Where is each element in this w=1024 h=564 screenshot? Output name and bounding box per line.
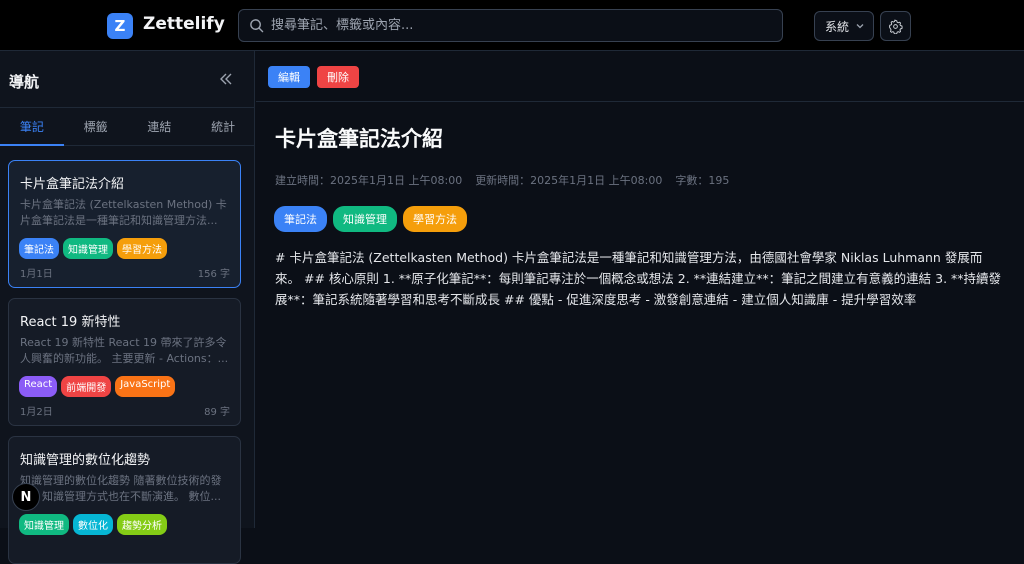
theme-select[interactable]: 系統 (814, 11, 874, 41)
note-card[interactable]: 知識管理的數位化趨勢 知識管理的數位化趨勢 隨著數位技術的發展，知識管理方式也在… (8, 436, 241, 564)
note-title: 卡片盒筆記法介紹 (20, 177, 125, 192)
tag-badge[interactable]: React (19, 376, 58, 397)
tag-badge[interactable]: 筆記法 (19, 238, 59, 259)
note-tags: 筆記法 知識管理 學習方法 (274, 206, 467, 232)
note-card[interactable]: React 19 新特性 React 19 新特性 React 19 帶來了許多… (8, 298, 241, 426)
sidebar-tabs: 筆記 標籤 連結 統計 (0, 108, 255, 146)
gear-icon (889, 19, 903, 34)
note-date: 1月2日 (20, 407, 53, 418)
app-logo[interactable]: Z (107, 13, 133, 39)
tab-tags[interactable]: 標籤 (64, 108, 128, 145)
tag-badge[interactable]: 趨勢分析 (117, 514, 167, 535)
tab-stats[interactable]: 統計 (191, 108, 255, 145)
tag-badge[interactable]: 筆記法 (274, 206, 327, 232)
settings-button[interactable] (880, 11, 911, 41)
note-tags: 筆記法 知識管理 學習方法 (19, 238, 167, 259)
collapse-sidebar-icon[interactable] (218, 71, 234, 87)
chevron-down-icon (856, 24, 864, 29)
note-toolbar: 編輯 刪除 (256, 51, 1024, 102)
tag-badge[interactable]: 數位化 (73, 514, 113, 535)
edit-button[interactable]: 編輯 (268, 66, 310, 88)
word-count: 字數：195 (675, 174, 730, 187)
note-body: # 卡片盒筆記法 (Zettelkasten Method) 卡片盒筆記法是一種… (275, 250, 1002, 307)
search-box[interactable] (238, 9, 783, 42)
note-word-count: 89 字 (204, 407, 230, 418)
tag-badge[interactable]: JavaScript (115, 376, 176, 397)
note-excerpt: 卡片盒筆記法 (Zettelkasten Method) 卡片盒筆記法是一種筆記… (20, 198, 227, 227)
nextjs-dev-badge[interactable]: N (12, 483, 40, 511)
tag-badge[interactable]: 知識管理 (63, 238, 113, 259)
note-heading: 卡片盒筆記法介紹 (275, 127, 443, 151)
note-tags: React 前端開發 JavaScript (19, 376, 176, 397)
sidebar-header: 導航 (0, 51, 255, 108)
note-word-count: 156 字 (197, 269, 230, 280)
app-title[interactable]: Zettelify (143, 14, 225, 34)
tag-badge[interactable]: 學習方法 (117, 238, 167, 259)
tag-badge[interactable]: 前端開發 (61, 376, 112, 397)
main-content: 編輯 刪除 卡片盒筆記法介紹 建立時間：2025年1月1日 上午08:00 更新… (256, 51, 1024, 528)
search-input[interactable] (271, 10, 776, 41)
sidebar-title: 導航 (9, 73, 40, 91)
note-excerpt: React 19 新特性 React 19 帶來了許多令人興奮的新功能。 主要更… (20, 336, 229, 365)
note-card[interactable]: 卡片盒筆記法介紹 卡片盒筆記法 (Zettelkasten Method) 卡片… (8, 160, 241, 288)
note-title: 知識管理的數位化趨勢 (20, 453, 151, 468)
updated-time: 更新時間：2025年1月1日 上午08:00 (475, 174, 663, 187)
tab-links[interactable]: 連結 (128, 108, 192, 145)
tab-notes[interactable]: 筆記 (0, 108, 64, 146)
note-tags: 知識管理 數位化 趨勢分析 (19, 514, 167, 535)
sidebar: 導航 筆記 標籤 連結 統計 卡片盒筆記法介紹 卡片盒筆記法 (Zettelka… (0, 51, 255, 564)
tag-badge[interactable]: 學習方法 (403, 206, 467, 232)
search-icon (250, 19, 264, 33)
created-time: 建立時間：2025年1月1日 上午08:00 (275, 174, 463, 187)
theme-select-value: 系統 (825, 19, 850, 34)
note-title: React 19 新特性 (20, 315, 121, 330)
delete-button[interactable]: 刪除 (317, 66, 359, 88)
tag-badge[interactable]: 知識管理 (19, 514, 69, 535)
tag-badge[interactable]: 知識管理 (333, 206, 397, 232)
note-excerpt: 知識管理的數位化趨勢 隨著數位技術的發展，知識管理方式也在不斷演進。 數位... (20, 474, 222, 503)
note-meta: 建立時間：2025年1月1日 上午08:00 更新時間：2025年1月1日 上午… (275, 172, 729, 188)
top-bar: Z Zettelify 系統 (0, 0, 1024, 51)
note-date: 1月1日 (20, 269, 53, 280)
